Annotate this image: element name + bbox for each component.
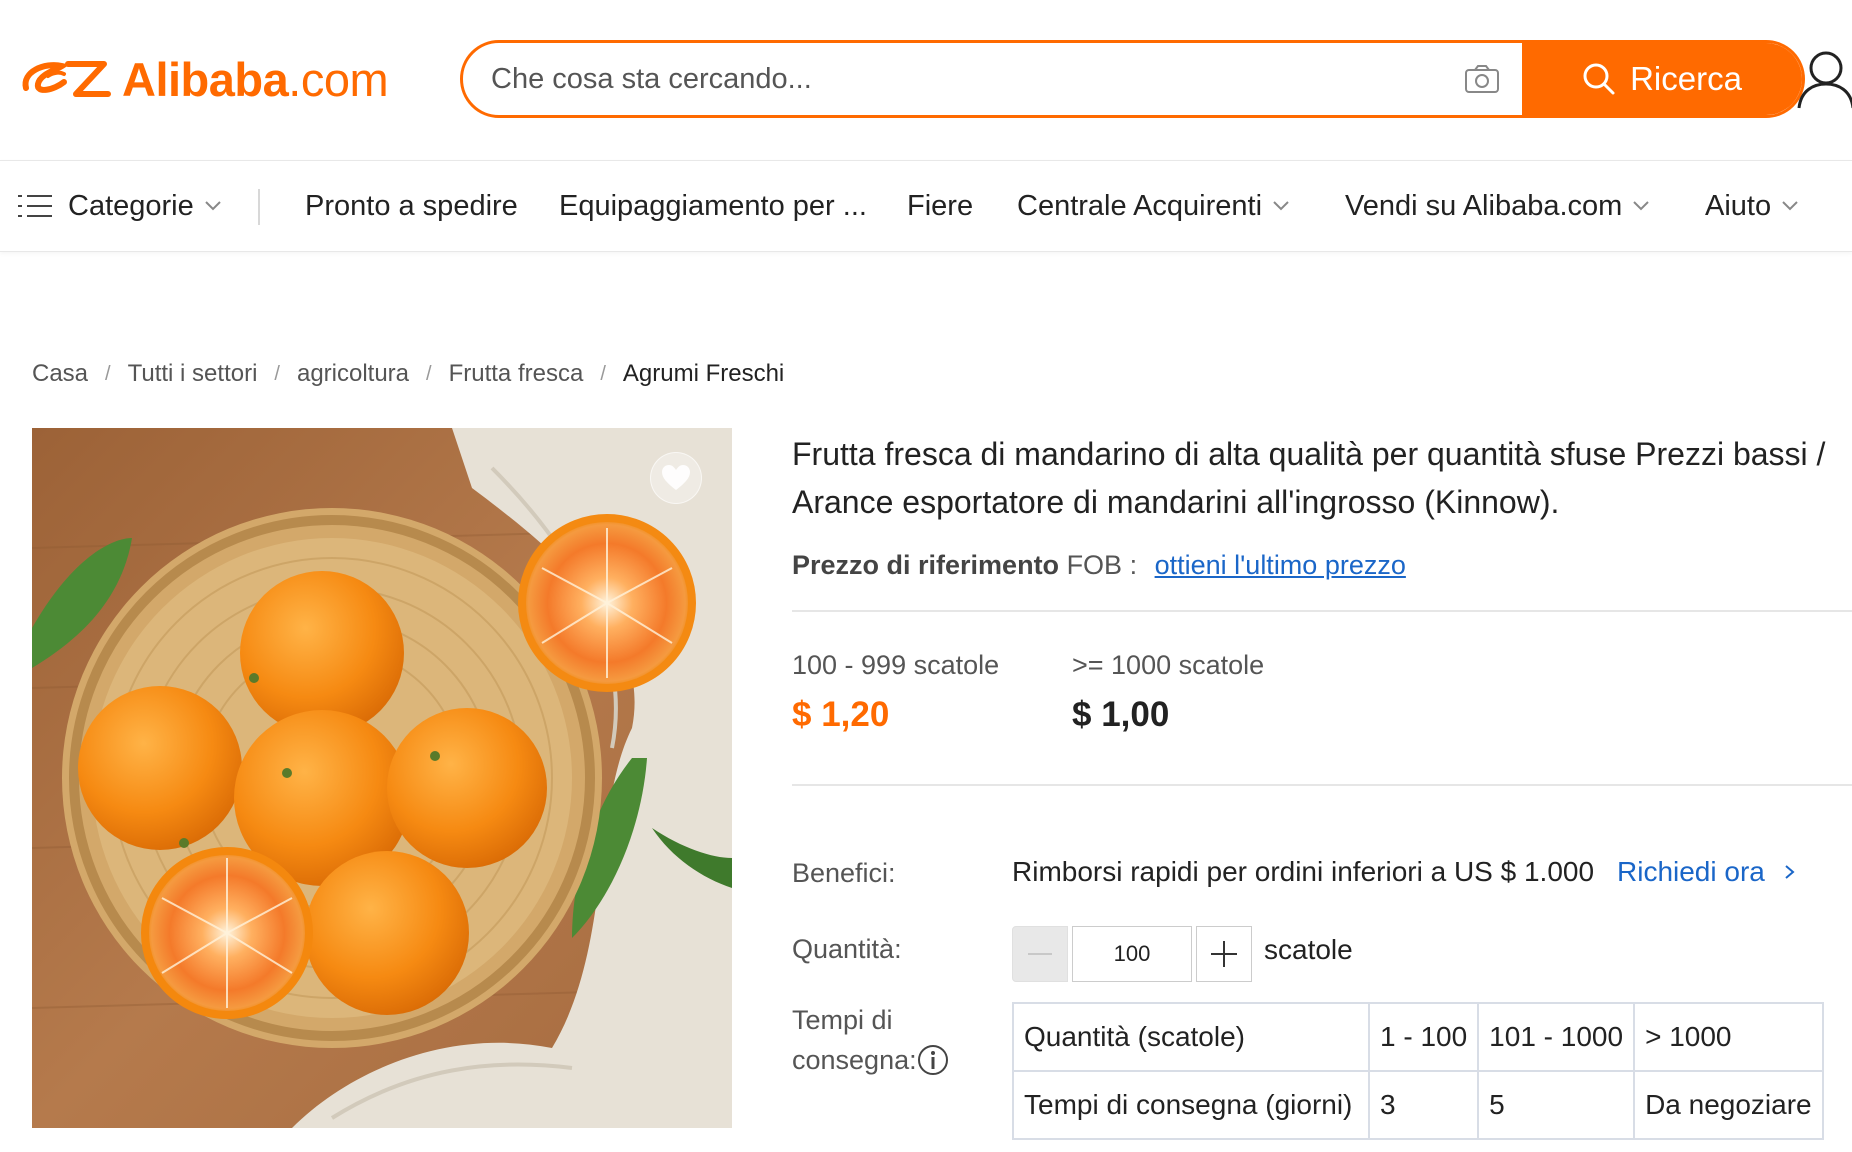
breadcrumb-separator: / [600, 362, 606, 385]
logo-wordmark: Alibaba.com [122, 52, 389, 107]
table-cell: 1 - 100 [1367, 1002, 1480, 1072]
heart-icon [662, 465, 690, 490]
table-cell: > 1000 [1633, 1002, 1824, 1072]
get-latest-price-link[interactable]: ottieni l'ultimo prezzo [1155, 550, 1406, 580]
reference-price: Prezzo di riferimento FOB : ottieni l'ul… [792, 550, 1406, 581]
nav-item-label: Vendi su Alibaba.com [1345, 189, 1623, 222]
nav-item-label: Equipaggiamento per ... [559, 189, 867, 222]
chevron-down-icon [205, 201, 221, 211]
nav-item-trade-shows[interactable]: Fiere [907, 161, 973, 251]
nav-item-label: Fiere [907, 189, 974, 222]
table-cell: 3 [1367, 1070, 1480, 1140]
user-icon [1797, 51, 1852, 109]
search-icon [1583, 63, 1615, 95]
lead-time-label-line1: Tempi di [792, 1005, 893, 1035]
price-tier-quantity: >= 1000 scatole [1072, 650, 1265, 680]
nav-categories[interactable]: Categorie [18, 161, 222, 251]
breadcrumb-separator: / [105, 362, 111, 385]
price-tier-quantity: 100 - 999 scatole [792, 650, 1000, 680]
divider [792, 610, 1852, 612]
product-image[interactable] [32, 428, 732, 1128]
quantity-input[interactable] [1072, 926, 1192, 982]
reference-price-label: Prezzo di riferimento [792, 550, 1060, 580]
request-now-label: Richiedi ora [1617, 856, 1765, 887]
breadcrumb-all-sectors[interactable]: Tutti i settori [128, 360, 258, 388]
info-icon[interactable] [917, 1044, 949, 1076]
divider [792, 784, 1852, 786]
search-button-label: Ricerca [1630, 60, 1742, 97]
nav-item-sell[interactable]: Vendi su Alibaba.com [1345, 161, 1650, 251]
lead-time-label-row: consegna: [792, 1040, 949, 1080]
user-account-button[interactable] [1796, 48, 1852, 110]
quantity-unit: scatole [1264, 934, 1353, 965]
price-tier-price: $ 1,00 [1072, 695, 1170, 734]
search-button[interactable]: Ricerca [1522, 43, 1802, 115]
alibaba-logo[interactable]: Alibaba.com [18, 46, 389, 112]
nav-item-ready-to-ship[interactable]: Pronto a spedire [305, 161, 518, 251]
breadcrumb-separator: / [426, 362, 432, 385]
camera-icon [1465, 65, 1499, 93]
table-cell: 5 [1477, 1070, 1636, 1140]
price-tier-price: $ 1,20 [792, 695, 890, 734]
menu-list-icon [18, 195, 52, 217]
nav-item-help[interactable]: Aiuto [1705, 161, 1799, 251]
search-bar: Ricerca [460, 40, 1805, 118]
nav-divider [258, 189, 260, 225]
quantity-label: Quantità: [792, 934, 902, 964]
nav-categories-label: Categorie [68, 189, 194, 222]
minus-icon [1028, 953, 1052, 955]
logo-domain: .com [288, 52, 389, 106]
main-navigation: Categorie Pronto a spedire Equipaggiamen… [0, 160, 1852, 252]
lead-time-label-line2: consegna: [792, 1045, 917, 1075]
quantity-increase-button[interactable] [1196, 926, 1252, 982]
table-cell: Tempi di consegna (giorni) [1012, 1070, 1370, 1140]
chevron-down-icon [1273, 201, 1289, 211]
breadcrumb-agriculture[interactable]: agricoltura [297, 360, 409, 388]
breadcrumb-current: Agrumi Freschi [622, 360, 785, 387]
breadcrumb-home[interactable]: Casa [32, 360, 88, 388]
table-cell: Da negoziare [1633, 1070, 1824, 1140]
nav-item-label: Centrale Acquirenti [1017, 189, 1263, 222]
table-cell: Quantità (scatole) [1012, 1002, 1370, 1072]
chevron-down-icon [1782, 201, 1798, 211]
breadcrumb-separator: / [274, 362, 280, 385]
benefits-text: Rimborsi rapidi per ordini inferiori a U… [1012, 856, 1595, 887]
favorite-button[interactable] [650, 452, 702, 504]
reference-price-term: FOB : [1066, 550, 1138, 580]
benefits-label: Benefici: [792, 858, 896, 888]
nav-item-buyer-central[interactable]: Centrale Acquirenti [1017, 161, 1290, 251]
product-title: Frutta fresca di mandarino di alta quali… [792, 436, 1826, 520]
breadcrumb: Casa / Tutti i settori / agricoltura / F… [32, 360, 784, 388]
nav-item-label: Aiuto [1705, 189, 1772, 222]
lead-time-table: Quantità (scatole) 1 - 100 101 - 1000 > … [1012, 1002, 1824, 1140]
plus-icon [1211, 941, 1237, 967]
chevron-right-icon [1784, 865, 1795, 879]
price-tier: >= 1000 scatole $ 1,00 [1072, 650, 1264, 735]
logo-name: Alibaba [122, 52, 289, 106]
request-now-link[interactable]: Richiedi ora [1617, 856, 1797, 888]
table-cell: 101 - 1000 [1477, 1002, 1636, 1072]
alibaba-logo-icon [22, 61, 111, 97]
table-row: Quantità (scatole) 1 - 100 101 - 1000 > … [1012, 1002, 1824, 1072]
quantity-decrease-button[interactable] [1012, 926, 1068, 982]
chevron-down-icon [1633, 201, 1650, 211]
nav-item-label: Pronto a spedire [305, 189, 518, 222]
nav-item-equipment[interactable]: Equipaggiamento per ... [559, 161, 867, 251]
camera-search-button[interactable] [1442, 43, 1522, 115]
search-input[interactable] [463, 43, 1442, 115]
oranges-basket-image [32, 428, 732, 1128]
breadcrumb-fresh-fruit[interactable]: Frutta fresca [449, 360, 584, 388]
lead-time-label: Tempi di consegna: [792, 1000, 949, 1080]
price-tier: 100 - 999 scatole $ 1,20 [792, 650, 999, 735]
table-row: Tempi di consegna (giorni) 3 5 Da negozi… [1012, 1070, 1824, 1140]
